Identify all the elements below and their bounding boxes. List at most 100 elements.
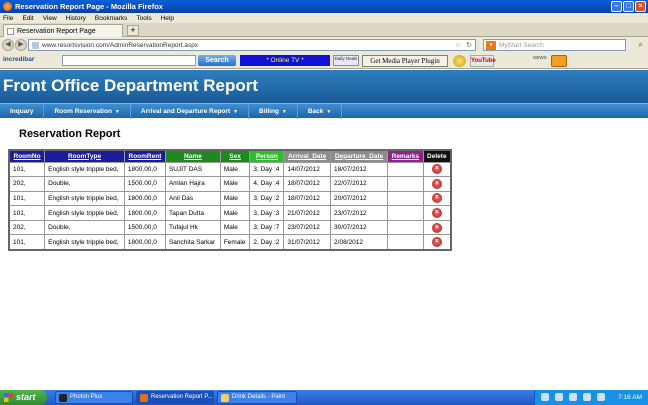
table-cell: 3, Day :3 xyxy=(249,205,285,221)
maximize-button[interactable]: □ xyxy=(623,1,634,12)
column-header-arrival-date[interactable]: Arrival_Date xyxy=(283,149,332,163)
delete-icon[interactable]: × xyxy=(431,178,442,189)
nav-back-label: Back xyxy=(307,107,324,115)
table-cell: 20/07/2012 xyxy=(330,190,389,207)
menu-bookmarks[interactable]: Bookmarks xyxy=(95,15,128,22)
column-header-person[interactable]: Person xyxy=(249,149,285,163)
delete-icon[interactable]: × xyxy=(431,222,442,233)
nav-inquary-label: Inquary xyxy=(10,107,34,115)
table-cell: 21/07/2012 xyxy=(283,205,332,221)
taskbar-item-paint[interactable]: Drink Details - Paint xyxy=(217,391,297,404)
delete-icon[interactable]: × xyxy=(431,237,442,248)
search-engine-icon[interactable]: ▾ xyxy=(486,40,496,50)
news-button[interactable]: NEWS xyxy=(532,55,548,67)
nav-inquary[interactable]: Inquary xyxy=(0,103,45,119)
back-arrow-icon[interactable]: ◀ xyxy=(2,39,14,51)
smiley-icon[interactable] xyxy=(453,55,466,67)
table-cell: Male xyxy=(219,219,251,236)
menu-help[interactable]: Help xyxy=(161,15,174,22)
daily-deals-button[interactable]: Daily Deals xyxy=(333,55,359,66)
column-header-roomno[interactable]: RoomNo xyxy=(8,149,46,163)
table-cell: 23/07/2012 xyxy=(330,205,389,221)
window-titlebar: Reservation Report Page - Mozilla Firefo… xyxy=(0,0,648,13)
menu-file[interactable]: File xyxy=(3,15,13,22)
column-header-sex[interactable]: Sex xyxy=(219,149,251,163)
table-cell: Sanchita Sarkar xyxy=(164,234,221,251)
delete-cell: × xyxy=(422,161,452,178)
tab-reservation-report[interactable]: Reservation Report Page xyxy=(3,24,123,37)
tab-bar: Reservation Report Page + xyxy=(0,23,648,37)
table-cell xyxy=(387,219,424,236)
column-header-name[interactable]: Name xyxy=(164,149,221,163)
system-tray: 7:16 AM xyxy=(534,390,648,405)
menu-view[interactable]: View xyxy=(43,15,57,22)
menu-history[interactable]: History xyxy=(66,15,86,22)
minimize-button[interactable]: – xyxy=(611,1,622,12)
table-cell: 1500.00,0 xyxy=(123,219,166,236)
tray-icon[interactable] xyxy=(555,393,563,401)
dropdown-caret-icon: ▼ xyxy=(281,108,287,115)
delete-icon[interactable]: × xyxy=(431,208,442,219)
delete-icon[interactable]: × xyxy=(431,193,442,204)
table-cell: 18/07/2012 xyxy=(283,176,332,192)
nav-arrival-departure[interactable]: Arrival and Departure Report ▼ xyxy=(131,103,250,119)
table-cell xyxy=(387,190,424,207)
table-cell: 2/08/2012 xyxy=(330,234,389,251)
menu-edit[interactable]: Edit xyxy=(22,15,33,22)
bookmark-star-icon[interactable]: ☆ xyxy=(455,41,461,49)
column-header-roomtype[interactable]: RoomType xyxy=(44,149,125,163)
online-tv-button[interactable]: * Online TV * xyxy=(240,55,330,66)
table-cell: 22/07/2012 xyxy=(330,176,389,192)
page-icon xyxy=(7,27,14,35)
table-cell: Male xyxy=(219,190,251,207)
tray-icon[interactable] xyxy=(597,393,605,401)
table-row: 101, English style tripple bed, 1800.00,0 T… xyxy=(8,205,452,221)
table-cell: Tufajul Hk xyxy=(164,219,221,236)
column-header-roomrent[interactable]: RoomRent xyxy=(123,149,166,163)
nav-room-reservation-label: Room Reservation xyxy=(54,107,112,115)
tray-icon[interactable] xyxy=(583,393,591,401)
table-cell: 1800.00,0 xyxy=(123,190,166,207)
new-tab-button[interactable]: + xyxy=(127,25,139,36)
table-cell: 101, xyxy=(8,234,46,251)
media-plugin-button[interactable]: Get Media Player Plugin xyxy=(362,55,448,67)
youtube-button[interactable]: YouTube xyxy=(470,55,496,67)
table-cell: 1800.00,0 xyxy=(123,205,166,221)
close-button[interactable]: × xyxy=(635,1,646,12)
taskbar-item-photon-plus[interactable]: Photon Plus xyxy=(55,391,133,404)
tab-title: Reservation Report Page xyxy=(17,27,96,35)
table-cell: Female xyxy=(219,234,251,251)
nav-room-reservation[interactable]: Room Reservation ▼ xyxy=(44,103,131,119)
table-body: 101, English style tripple bed, 1800.00,0 S… xyxy=(8,161,452,251)
firefox-icon xyxy=(3,2,12,11)
table-row: 202, Double, 1500.00,0 Amlan Hajra Male 4, Da… xyxy=(8,176,452,192)
paint-icon xyxy=(221,394,229,402)
start-button[interactable]: start xyxy=(0,390,47,405)
table-cell: 1500.00,0 xyxy=(123,176,166,192)
table-cell: 101, xyxy=(8,205,46,221)
search-input[interactable]: ▾ MyStart Search ⌕ xyxy=(483,39,643,51)
address-bar[interactable]: www.resortsvision.com/AdminReservationRe… xyxy=(28,39,476,51)
search-icon[interactable]: ⌕ xyxy=(639,40,643,50)
nav-back[interactable]: Back ▼ xyxy=(298,103,343,119)
nav-billing[interactable]: Billing ▼ xyxy=(249,103,298,119)
incredibar-search-input[interactable] xyxy=(62,55,196,66)
table-header-row: RoomNo RoomType RoomRent Name Sex Person Arriv… xyxy=(8,149,452,163)
delete-icon[interactable]: × xyxy=(431,164,442,175)
reload-icon[interactable]: ↻ xyxy=(466,41,472,49)
table-cell: English style tripple bed, xyxy=(44,190,125,207)
firefox-icon xyxy=(140,394,148,402)
dropdown-caret-icon: ▼ xyxy=(233,108,239,115)
forward-arrow-icon[interactable]: ▶ xyxy=(15,39,27,51)
table-cell: 18/07/2012 xyxy=(330,161,389,178)
mail-icon[interactable] xyxy=(551,55,567,67)
table-cell: 1800.00,0 xyxy=(123,161,166,178)
table-cell xyxy=(387,176,424,192)
column-header-departure-date[interactable]: Departure_Date xyxy=(330,149,389,163)
column-header-remarks[interactable]: Remarks xyxy=(387,149,424,163)
tray-icon[interactable] xyxy=(569,393,577,401)
taskbar-item-reservation-report[interactable]: Reservation Report P... xyxy=(136,391,214,404)
incredibar-search-button[interactable]: Search xyxy=(198,55,236,66)
menu-tools[interactable]: Tools xyxy=(136,15,151,22)
help-icon[interactable] xyxy=(541,393,549,401)
